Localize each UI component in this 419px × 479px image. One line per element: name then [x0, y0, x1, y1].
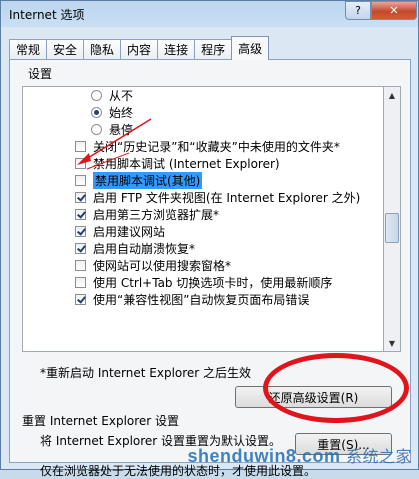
- tab-advanced[interactable]: 高级: [231, 36, 270, 60]
- internet-options-window: Internet 选项 ? ✕ 常规 安全 隐私 内容 连接 程序 高级 设置 …: [0, 0, 419, 478]
- annotation-arrow: [77, 118, 152, 170]
- watermark-logo: shenduwin8.com 系统之家: [187, 446, 412, 466]
